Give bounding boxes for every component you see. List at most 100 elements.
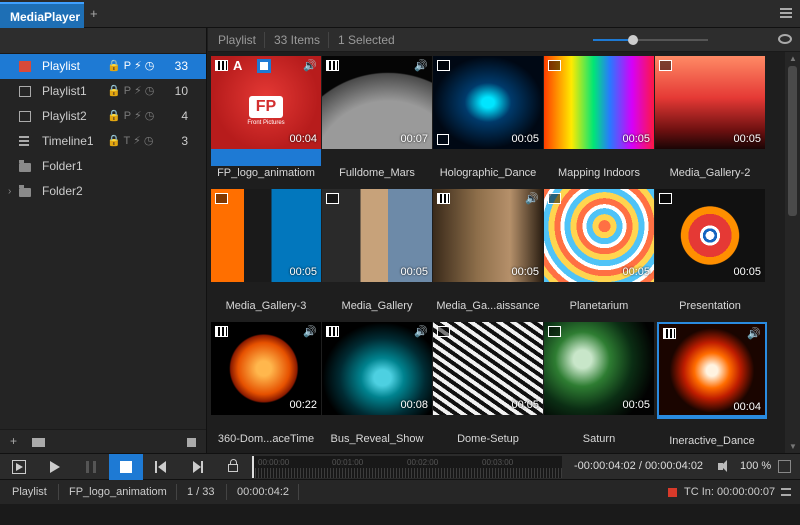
media-thumbnail: 🔊 00:22: [211, 322, 321, 415]
media-tile[interactable]: 00:05 Media_Gallery: [322, 189, 432, 317]
eye-icon[interactable]: [778, 34, 792, 44]
sidebar-item-folder2[interactable]: › Folder2: [0, 179, 206, 204]
duration-label: 00:05: [511, 133, 539, 145]
trash-icon[interactable]: [187, 436, 196, 447]
media-tile[interactable]: 00:05 Planetarium: [544, 189, 654, 317]
slider-fill: [593, 39, 634, 41]
scroll-down-icon[interactable]: ▼: [789, 442, 797, 451]
media-tile[interactable]: 🔊 00:04 Ineractive_Dance: [657, 322, 767, 452]
play-all-button[interactable]: [2, 454, 36, 480]
image-type-icon: [548, 60, 561, 71]
media-thumbnail: 00:05: [433, 322, 543, 415]
media-name: Media_Gallery: [341, 300, 413, 312]
duration-label: 00:04: [289, 133, 317, 145]
media-tile[interactable]: 00:05 Media_Gallery-2: [655, 56, 765, 184]
sidebar-item-timeline1[interactable]: Timeline1 🔒 T ⚡ ◷ 3: [0, 129, 206, 154]
duration-label: 00:05: [400, 266, 428, 278]
sidebar-item-folder1[interactable]: Folder1: [0, 154, 206, 179]
playlist-title: Playlist: [218, 33, 257, 47]
sidebar-item-label: Timeline1: [42, 134, 94, 148]
sidebar-item-playlist1[interactable]: Playlist1 🔒 P ⚡ ◷ 10: [0, 79, 206, 104]
record-indicator-icon: [668, 488, 677, 497]
hamburger-menu-icon[interactable]: [780, 8, 792, 18]
thumbnail-size-slider[interactable]: [593, 35, 708, 45]
play-box-icon: [12, 460, 26, 474]
selection-checkbox[interactable]: [257, 59, 271, 73]
bottom-strip: [0, 504, 800, 525]
timecode-display: -00:00:04:02 / 00:00:04:02: [574, 460, 704, 472]
media-tile[interactable]: 🔊 00:08 Bus_Reveal_Show: [322, 322, 432, 450]
playlist-icon: [19, 61, 31, 72]
timeline-scrubber[interactable]: 00:00:00 00:01:00 00:02:00 00:03:00: [252, 456, 562, 478]
media-tile[interactable]: 00:05 Holographic_Dance: [433, 56, 543, 184]
volume-level[interactable]: 100 %: [740, 460, 771, 472]
add-playlist-button[interactable]: +: [10, 434, 17, 448]
media-tile[interactable]: 00:05 Saturn: [544, 322, 654, 450]
selected-count-label: 1 Selected: [338, 33, 395, 47]
media-tile[interactable]: 🔊 00:22 360-Dom...aceTime: [211, 322, 321, 450]
list-icon: [19, 111, 31, 122]
fullscreen-icon[interactable]: [778, 460, 791, 473]
lock-button[interactable]: [216, 454, 250, 480]
play-button[interactable]: [38, 454, 72, 480]
media-tile[interactable]: 00:05 Mapping Indoors: [544, 56, 654, 184]
duration-label: 00:05: [733, 266, 761, 278]
media-tile[interactable]: 🔊 00:05 Media_Ga...aissance: [433, 189, 543, 317]
divider: [226, 484, 227, 500]
sound-icon: 🔊: [525, 193, 539, 205]
add-folder-icon[interactable]: [32, 438, 45, 447]
media-thumbnail: 🔊 00:08: [322, 322, 432, 415]
image-type-icon: [548, 193, 561, 204]
timeline-tick: 00:01:00: [332, 458, 364, 467]
previous-button[interactable]: [144, 454, 178, 480]
media-thumbnail: 00:05: [433, 56, 543, 149]
folder-icon: [19, 185, 31, 197]
video-type-icon: [215, 326, 228, 337]
media-thumbnail: 00:05: [655, 189, 765, 282]
image-edit-icon: [437, 134, 449, 145]
item-count-label: 33 Items: [274, 33, 321, 47]
playhead[interactable]: [252, 456, 254, 478]
status-position: 1 / 33: [187, 486, 215, 498]
media-tile[interactable]: 00:05 Media_Gallery-3: [211, 189, 321, 317]
sidebar-item-label: Folder2: [42, 184, 83, 198]
timeline-tick: 00:02:00: [407, 458, 439, 467]
tab-mediaplayer[interactable]: MediaPlayer: [0, 2, 84, 28]
vertical-scrollbar[interactable]: ▲ ▼: [785, 52, 800, 453]
add-tab-button[interactable]: +: [90, 6, 98, 21]
playlist-flags: 🔒 P ⚡ ◷: [107, 110, 155, 122]
tc-in-value: 00:00:00:07: [717, 486, 776, 498]
image-type-icon: [659, 60, 672, 71]
sidebar-item-playlist2[interactable]: Playlist2 🔒 P ⚡ ◷ 4: [0, 104, 206, 129]
video-type-icon: [326, 60, 339, 71]
media-tile[interactable]: 00:05 Dome-Setup: [433, 322, 543, 450]
pause-button[interactable]: [74, 454, 108, 480]
next-button[interactable]: [180, 454, 214, 480]
divider: [328, 32, 329, 48]
sidebar-item-playlist[interactable]: Playlist 🔒 P ⚡ ◷ 33: [0, 54, 206, 79]
media-tile[interactable]: 00:05 Presentation: [655, 189, 765, 317]
divider: [176, 484, 177, 500]
media-thumbnail: 00:05: [322, 189, 432, 282]
chevron-right-icon[interactable]: ›: [8, 179, 11, 204]
image-type-icon: [548, 326, 561, 337]
media-name: Media_Gallery-2: [669, 167, 751, 179]
slider-handle[interactable]: [628, 35, 639, 45]
scrollbar-thumb[interactable]: [788, 66, 797, 216]
scroll-up-icon[interactable]: ▲: [789, 54, 797, 63]
image-type-icon: [659, 193, 672, 204]
sound-icon: 🔊: [414, 60, 428, 72]
folder-icon: [19, 160, 31, 172]
divider: [58, 484, 59, 500]
media-tile[interactable]: 🔊 00:07 Fulldome_Mars: [322, 56, 432, 184]
image-type-icon: [437, 60, 450, 71]
volume-icon[interactable]: [718, 460, 727, 472]
media-name: Media_Gallery-3: [225, 300, 307, 312]
stop-button[interactable]: [109, 454, 143, 480]
media-tile[interactable]: FP Front Pictures A 🔊 00:04 FP_logo_anim…: [211, 56, 321, 184]
sound-icon: 🔊: [747, 328, 761, 340]
status-menu-icon[interactable]: [781, 488, 791, 496]
transport-bar: 00:00:00 00:01:00 00:02:00 00:03:00 -00:…: [0, 453, 800, 480]
sidebar-item-label: Playlist2: [42, 109, 87, 123]
status-playlist: Playlist: [12, 486, 47, 498]
